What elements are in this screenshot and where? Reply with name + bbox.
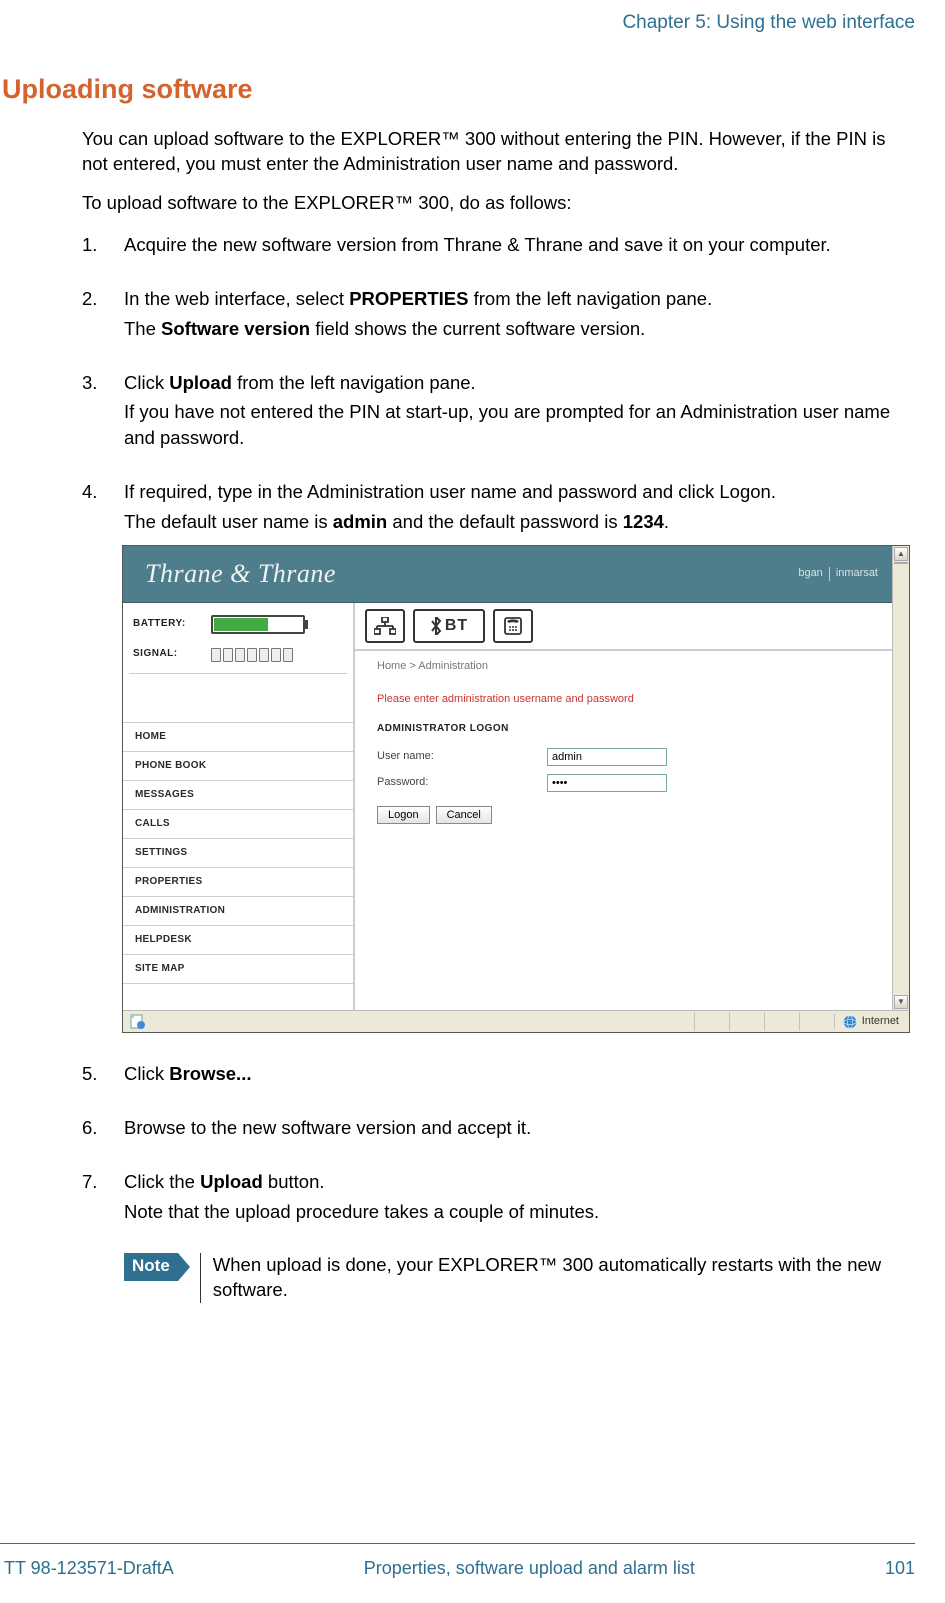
intro-paragraph-1: You can upload software to the EXPLORER™…	[82, 127, 905, 177]
sidebar: BATTERY: SIGNAL:	[123, 603, 355, 1010]
step-2-text-c: from the left navigation pane.	[468, 288, 712, 309]
step-5-browse: Browse...	[169, 1063, 251, 1084]
scroll-down-icon[interactable]: ▼	[894, 995, 908, 1009]
footer-doc-id: TT 98-123571-DraftA	[4, 1558, 174, 1579]
step-6: Browse to the new software version and a…	[82, 1115, 905, 1141]
ie-page-icon	[123, 1014, 151, 1029]
admin-logon-screenshot: Thrane & Thrane bgan inmarsat	[122, 545, 910, 1033]
note-text: When upload is done, your EXPLORER™ 300 …	[200, 1253, 905, 1303]
logon-button[interactable]: Logon	[377, 806, 430, 824]
footer-page-number: 101	[885, 1558, 915, 1579]
step-3: Click Upload from the left navigation pa…	[82, 370, 905, 452]
nav-helpdesk[interactable]: HELPDESK	[123, 926, 353, 955]
step-4-text: If required, type in the Administration …	[124, 481, 776, 502]
note-tag: Note	[124, 1253, 178, 1281]
note-arrow-icon	[178, 1253, 190, 1281]
nav-administration[interactable]: ADMINISTRATION	[123, 897, 353, 926]
password-label: Password:	[377, 775, 547, 790]
step-1: Acquire the new software version from Th…	[82, 232, 905, 258]
scroll-up-icon[interactable]: ▲	[894, 547, 908, 561]
brand-logo: Thrane & Thrane	[145, 556, 336, 592]
scroll-thumb[interactable]	[894, 562, 908, 564]
form-title: ADMINISTRATOR LOGON	[377, 722, 870, 736]
battery-label: BATTERY:	[133, 617, 211, 631]
footer-section-title: Properties, software upload and alarm li…	[174, 1558, 885, 1579]
app-banner: Thrane & Thrane bgan inmarsat	[123, 546, 892, 603]
step-2-text-a: In the web interface, select	[124, 288, 349, 309]
battery-status: BATTERY:	[123, 609, 353, 639]
intro-paragraph-2: To upload software to the EXPLORER™ 300,…	[82, 191, 905, 216]
step-4-sub-a: The default user name is	[124, 511, 333, 532]
nav-menu: HOME PHONE BOOK MESSAGES CALLS SETTINGS …	[123, 723, 353, 984]
signal-label: SIGNAL:	[133, 647, 211, 661]
step-5: Click Browse...	[82, 1061, 905, 1087]
step-4: If required, type in the Administration …	[82, 479, 905, 1033]
nav-calls[interactable]: CALLS	[123, 810, 353, 839]
step-3-upload: Upload	[169, 372, 232, 393]
section-title: Uploading software	[0, 74, 915, 105]
nav-messages[interactable]: MESSAGES	[123, 781, 353, 810]
alert-message: Please enter administration username and…	[377, 692, 870, 707]
nav-site-map[interactable]: SITE MAP	[123, 955, 353, 984]
status-cells	[694, 1012, 834, 1031]
username-label: User name:	[377, 749, 547, 764]
signal-bars-icon	[211, 646, 293, 662]
bluetooth-icon: BT	[413, 609, 485, 643]
vertical-scrollbar[interactable]: ▲ ▼	[892, 546, 909, 1010]
internet-zone-text: Internet	[862, 1014, 899, 1029]
cancel-button[interactable]: Cancel	[436, 806, 492, 824]
step-3-text-a: Click	[124, 372, 169, 393]
username-input[interactable]	[547, 748, 667, 766]
bgan-inmarsat-badge: bgan inmarsat	[798, 566, 878, 581]
step-4-admin: admin	[333, 511, 387, 532]
step-7-a: Click the	[124, 1171, 200, 1192]
signal-status: SIGNAL:	[123, 639, 353, 669]
battery-icon	[211, 615, 305, 634]
step-2-sub-c: field shows the current software version…	[310, 318, 645, 339]
globe-icon	[843, 1015, 857, 1029]
step-4-1234: 1234	[623, 511, 664, 532]
internet-zone-indicator: Internet	[834, 1014, 909, 1029]
inmarsat-text: inmarsat	[836, 566, 878, 581]
step-4-sub-c: and the default password is	[387, 511, 623, 532]
chapter-header: Chapter 5: Using the web interface	[0, 0, 915, 74]
step-3-text-c: from the left navigation pane.	[232, 372, 476, 393]
step-7-c: button.	[263, 1171, 325, 1192]
step-2-properties: PROPERTIES	[349, 288, 468, 309]
bgan-text: bgan	[798, 566, 822, 581]
note-block: Note When upload is done, your EXPLORER™…	[124, 1253, 905, 1303]
step-2-sub-a: The	[124, 318, 161, 339]
breadcrumb: Home > Administration	[355, 651, 892, 686]
step-2: In the web interface, select PROPERTIES …	[82, 286, 905, 342]
step-7-sub: Note that the upload procedure takes a c…	[124, 1199, 905, 1225]
nav-properties[interactable]: PROPERTIES	[123, 868, 353, 897]
step-7: Click the Upload button. Note that the u…	[82, 1169, 905, 1225]
lan-icon	[365, 609, 405, 643]
nav-settings[interactable]: SETTINGS	[123, 839, 353, 868]
nav-phone-book[interactable]: PHONE BOOK	[123, 752, 353, 781]
step-7-upload: Upload	[200, 1171, 263, 1192]
step-5-a: Click	[124, 1063, 169, 1084]
page-footer: TT 98-123571-DraftA Properties, software…	[0, 1543, 915, 1603]
step-3-sub: If you have not entered the PIN at start…	[124, 399, 905, 451]
phone-icon	[493, 609, 533, 643]
step-2-software-version: Software version	[161, 318, 310, 339]
bt-text: BT	[445, 615, 468, 637]
password-input[interactable]	[547, 774, 667, 792]
step-4-sub-e: .	[664, 511, 669, 532]
divider-icon	[829, 567, 830, 581]
nav-home[interactable]: HOME	[123, 723, 353, 752]
connection-icons-row: BT	[355, 603, 892, 651]
browser-statusbar: Internet	[123, 1010, 909, 1032]
